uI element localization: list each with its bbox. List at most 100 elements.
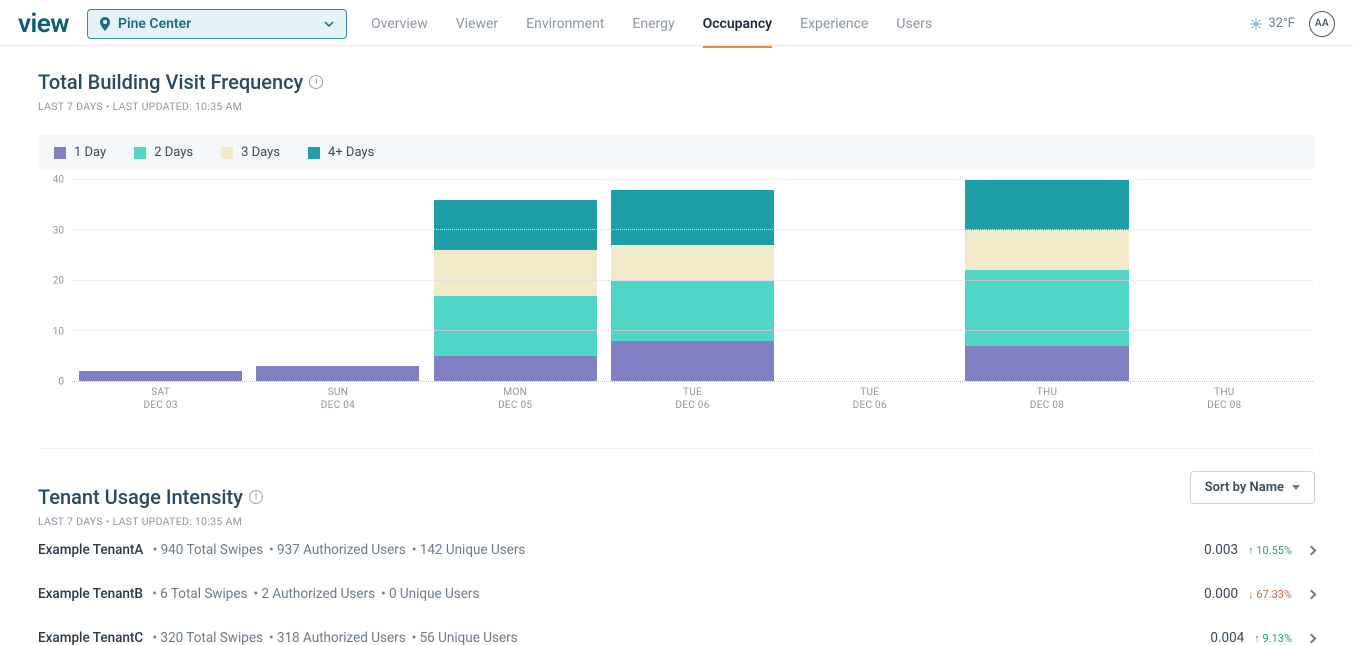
location-picker[interactable]: Pine Center [87,9,347,39]
tenant-title-text: Tenant Usage Intensity [38,485,243,509]
avatar[interactable]: AA [1309,11,1335,37]
x-label: TUEDEC 06 [604,382,781,412]
bar-segment [434,200,597,250]
bar-segment [965,346,1128,381]
tenant-name: Example TenantB [38,586,143,602]
location-label: Pine Center [118,16,191,32]
chart-bars [72,180,1313,381]
bar-segment [434,250,597,295]
legend-label: 2 Days [154,145,193,160]
nav-users[interactable]: Users [896,10,932,38]
tenant-stat-authorized: • 2 Authorized Users [254,586,376,602]
bar-segment [611,341,774,381]
bar-segment [611,281,774,341]
tenant-stat-authorized: • 318 Authorized Users [269,630,406,645]
y-tick: 30 [53,225,64,236]
legend-item: 1 Day [54,145,106,160]
x-label: THUDEC 08 [1136,382,1313,412]
logo: view [18,9,69,39]
tenant-stat-swipes: • 940 Total Swipes [149,542,263,558]
bar-slot [427,180,604,381]
bar-stack [256,180,419,381]
bar-stack [788,180,951,381]
tenant-list: Example TenantA • 940 Total Swipes • 937 … [38,528,1315,645]
tenant-ratio: 0.003 [1204,542,1238,558]
top-bar: view Pine Center Overview Viewer Environme… [0,0,1353,46]
tenant-row-left: Example TenantA • 940 Total Swipes • 937 … [38,542,525,558]
temperature: 32°F [1250,16,1295,31]
chart-plot [72,180,1313,382]
tenant-stat-authorized: • 937 Authorized Users [269,542,406,558]
tenant-row[interactable]: Example TenantA • 940 Total Swipes • 937 … [38,528,1315,572]
nav-energy[interactable]: Energy [632,10,674,38]
grid-line [72,229,1313,230]
tenant-stat-swipes: • 320 Total Swipes [149,630,263,645]
visit-freq-chart: 010203040 SATDEC 03SUNDEC 04MONDEC 05TUE… [38,180,1315,412]
legend-item: 3 Days [221,145,280,160]
divider [38,448,1315,449]
bar-slot [604,180,781,381]
visit-freq-meta: LAST 7 DAYS • LAST UPDATED: 10:35 AM [38,100,1315,113]
chevron-right-icon [1307,545,1317,555]
tenant-row-left: Example TenantB • 6 Total Swipes • 2 Auth… [38,586,479,602]
bar-slot [72,180,249,381]
grid-line [72,280,1313,281]
tenant-row[interactable]: Example TenantC • 320 Total Swipes• 318 … [38,616,1315,645]
chevron-down-icon [324,21,334,27]
grid-line [72,179,1313,180]
legend-swatch [54,147,66,159]
x-label: TUEDEC 06 [781,382,958,412]
grid-line [72,330,1313,331]
temperature-value: 32°F [1268,16,1295,31]
nav-viewer[interactable]: Viewer [456,10,498,38]
chart-legend: 1 Day 2 Days 3 Days 4+ Days [38,135,1315,170]
tenant-stat-unique: • 142 Unique Users [412,542,526,558]
bar-slot [781,180,958,381]
bar-segment [611,190,774,245]
tenant-stat-swipes: • 6 Total Swipes [149,586,248,602]
nav-occupancy[interactable]: Occupancy [703,10,773,38]
sort-button[interactable]: Sort by Name [1190,471,1315,504]
legend-label: 1 Day [74,145,106,160]
x-label: MONDEC 05 [427,382,604,412]
tenant-row[interactable]: Example TenantB • 6 Total Swipes • 2 Auth… [38,572,1315,616]
nav-overview[interactable]: Overview [371,10,428,38]
nav-environment[interactable]: Environment [526,10,604,38]
legend-swatch [308,147,320,159]
bar-stack [611,180,774,381]
visit-freq-title-text: Total Building Visit Frequency [38,70,303,94]
tenant-pct-change: ↓ 67.33% [1248,588,1292,601]
tenant-meta: LAST 7 DAYS • LAST UPDATED: 10:35 AM [38,515,263,528]
bar-slot [958,180,1135,381]
bar-slot [249,180,426,381]
info-icon[interactable]: i [309,75,323,89]
legend-label: 4+ Days [328,145,374,160]
bar-segment [965,180,1128,230]
bar-segment [965,270,1128,345]
legend-item: 2 Days [134,145,193,160]
sort-button-label: Sort by Name [1205,480,1284,495]
nav-experience[interactable]: Experience [800,10,868,38]
bar-stack [1143,180,1306,381]
tenant-stat-unique: • 0 Unique Users [381,586,479,602]
tenant-pct-change: ↑ 9.13% [1254,632,1292,645]
y-tick: 10 [53,326,64,337]
pin-icon [100,17,110,31]
content: Total Building Visit Frequency i LAST 7 … [0,46,1353,645]
x-label: SATDEC 03 [72,382,249,412]
bar-segment [611,245,774,280]
legend-swatch [134,147,146,159]
tenant-ratio: 0.004 [1210,630,1244,645]
tenant-stat-unique: • 56 Unique Users [412,630,518,645]
y-tick: 0 [58,377,64,388]
bar-segment [256,366,419,381]
legend-swatch [221,147,233,159]
tenant-name: Example TenantA [38,542,143,558]
avatar-initials: AA [1315,18,1329,29]
x-label: SUNDEC 04 [249,382,426,412]
bar-stack [434,180,597,381]
info-icon[interactable]: i [249,490,263,504]
bar-slot [1136,180,1313,381]
y-tick: 40 [53,175,64,186]
y-tick: 20 [53,276,64,287]
